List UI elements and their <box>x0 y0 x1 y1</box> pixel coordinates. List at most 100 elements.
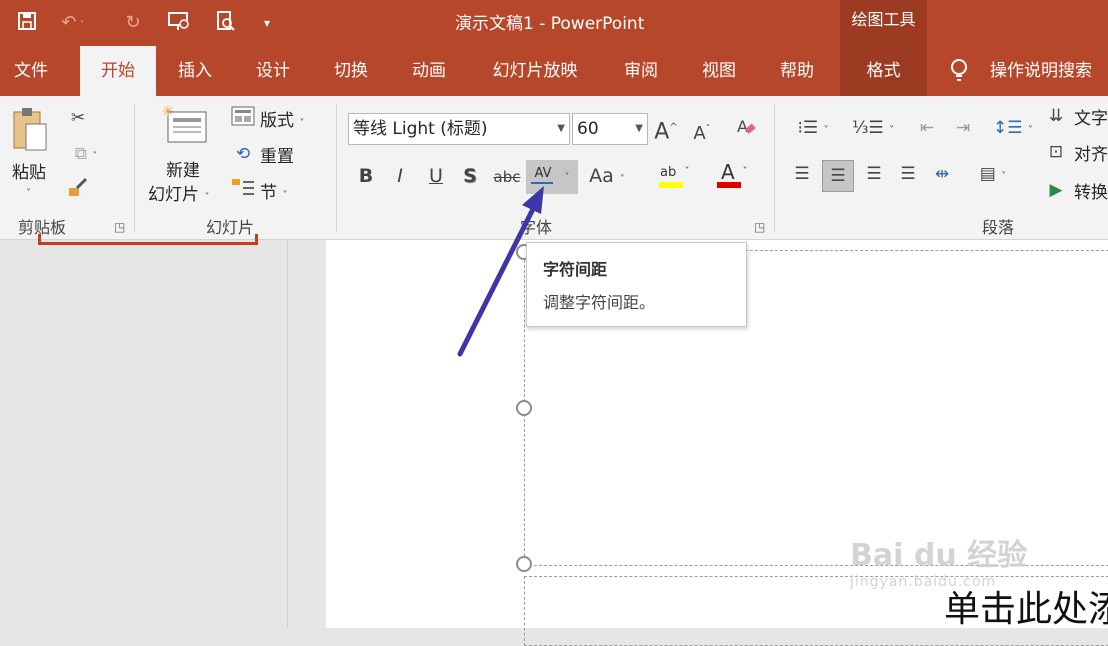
section-text: 节 <box>260 183 277 203</box>
spacing-arrow-line <box>531 182 553 184</box>
character-spacing-button[interactable]: AV ˅ <box>526 160 578 194</box>
align-text-button[interactable]: 对齐 <box>1074 140 1108 165</box>
change-case-button[interactable]: Aa ˅ <box>584 164 630 192</box>
align-center-icon[interactable]: ☰ <box>822 160 854 192</box>
tab-animations[interactable]: 动画 <box>394 46 464 96</box>
paste-button[interactable]: 粘贴 <box>12 158 46 183</box>
tooltip-description: 调整字符间距。 <box>543 293 656 312</box>
text-direction-icon[interactable]: ⇊ <box>1046 104 1066 128</box>
font-name-value: 等线 Light (标题) <box>353 119 488 139</box>
spacing-glyph: AV <box>534 166 552 181</box>
new-slide-text: 幻灯片 <box>148 185 199 205</box>
strikethrough-button[interactable]: abc <box>492 165 522 189</box>
tab-slideshow[interactable]: 幻灯片放映 <box>474 46 596 96</box>
svg-text:A: A <box>721 160 735 184</box>
paragraph-group-label: 段落 <box>982 218 1015 237</box>
resize-handle[interactable] <box>516 400 532 416</box>
tab-format[interactable]: 格式 <box>840 46 927 96</box>
grow-font-icon[interactable]: A^ <box>654 116 678 144</box>
window-title: 演示文稿1 - PowerPoint <box>455 14 645 34</box>
font-name-dropdown-icon[interactable]: ▼ <box>557 114 565 144</box>
align-left-icon[interactable]: ☰ <box>788 162 816 186</box>
tab-design[interactable]: 设计 <box>238 46 308 96</box>
convert-smartart-icon[interactable]: ▶ <box>1046 178 1066 202</box>
new-slide-label-1[interactable]: 新建 <box>166 156 200 181</box>
section-icon[interactable] <box>230 178 256 205</box>
change-case-glyph: Aa <box>589 165 614 187</box>
decrease-indent-icon[interactable]: ⇤ <box>912 116 942 140</box>
reset-icon[interactable]: ⟲ <box>230 142 256 166</box>
align-text-icon[interactable]: ⊡ <box>1046 140 1066 164</box>
line-spacing-button[interactable]: ↕☰ ˅ <box>990 116 1036 143</box>
distributed-icon[interactable]: ⇹ <box>928 162 956 186</box>
tab-view[interactable]: 视图 <box>684 46 754 96</box>
numbering-button[interactable]: ⅓☰ ˅ <box>848 116 898 143</box>
new-slide-label-2[interactable]: 幻灯片 ˅ <box>148 180 209 205</box>
redo-icon[interactable]: ↻ <box>120 10 146 36</box>
font-launcher-icon[interactable]: ◳ <box>754 220 765 234</box>
tab-review[interactable]: 审阅 <box>606 46 676 96</box>
selected-slide-thumbnail[interactable] <box>38 234 258 245</box>
resize-handle[interactable] <box>516 556 532 572</box>
layout-button[interactable]: 版式 ˅ <box>260 106 304 131</box>
shrink-font-icon[interactable]: Aˇ <box>690 118 714 146</box>
paste-icon[interactable] <box>10 106 50 156</box>
tab-help[interactable]: 帮助 <box>762 46 832 96</box>
layout-icon[interactable] <box>230 106 256 133</box>
watermark-brand: Bai du 经验 <box>850 538 1028 573</box>
spacing-dropdown-icon[interactable]: ˅ <box>560 166 574 190</box>
tell-me-search[interactable]: 操作说明搜索 <box>990 46 1108 96</box>
separator <box>134 104 135 232</box>
reset-button[interactable]: 重置 <box>260 142 294 167</box>
title-bar: ↶ ˅ ↻ ▾ 演示文稿1 - PowerPoint 绘图工具 <box>0 0 1108 46</box>
text-shadow-button[interactable]: S <box>458 164 482 188</box>
columns-button[interactable]: ▤ ˅ <box>970 162 1016 189</box>
layout-text: 版式 <box>260 111 294 131</box>
tab-transitions[interactable]: 切换 <box>316 46 386 96</box>
italic-button[interactable]: I <box>388 164 412 188</box>
svg-text:A: A <box>737 117 748 136</box>
ribbon-home: 粘贴 ˅ ✂ ⧉ ˅ 剪贴板 ◳ ✳ 新建 幻灯片 ˅ 版式 ˅ ⟲ 重置 节 … <box>0 96 1108 240</box>
copy-icon[interactable]: ⧉ ˅ <box>66 142 106 169</box>
align-right-icon[interactable]: ☰ <box>860 162 888 186</box>
svg-text:ab: ab <box>660 165 676 180</box>
section-button[interactable]: 节 ˅ <box>260 178 287 203</box>
save-icon[interactable] <box>14 10 40 36</box>
slide-thumbnail-pane[interactable] <box>0 234 288 628</box>
font-size-combo[interactable]: 60 ▼ <box>572 113 648 145</box>
separator <box>336 104 337 232</box>
font-size-dropdown-icon[interactable]: ▼ <box>635 114 643 144</box>
highlight-color-button[interactable]: ab ˅ <box>648 160 698 197</box>
print-preview-icon[interactable] <box>212 10 238 36</box>
format-painter-icon[interactable] <box>66 176 90 205</box>
ribbon-tabs: 文件 开始 插入 设计 切换 动画 幻灯片放映 审阅 视图 帮助 格式 操作说明… <box>0 46 1108 96</box>
lightbulb-icon[interactable] <box>948 46 970 96</box>
watermark-url: jingyan.baidu.com <box>850 574 997 590</box>
text-direction-button[interactable]: 文字 <box>1074 104 1108 129</box>
undo-icon[interactable]: ↶ ˅ <box>60 10 86 36</box>
tab-insert[interactable]: 插入 <box>160 46 230 96</box>
customize-qat-icon[interactable]: ▾ <box>254 10 280 36</box>
baidu-watermark: Bai du 经验 jingyan.baidu.com <box>850 530 1027 590</box>
bold-button[interactable]: B <box>354 164 378 188</box>
convert-smartart-button[interactable]: 转换 <box>1074 178 1108 203</box>
justify-icon[interactable]: ☰ <box>894 162 922 186</box>
bullets-button[interactable]: ⁝☰ ˅ <box>788 116 838 143</box>
tab-home[interactable]: 开始 <box>80 46 156 96</box>
cut-icon[interactable]: ✂ <box>66 106 90 130</box>
separator <box>774 104 775 232</box>
new-slide-icon[interactable]: ✳ <box>160 104 210 150</box>
font-color-button[interactable]: A ˅ <box>706 160 756 197</box>
clipboard-launcher-icon[interactable]: ◳ <box>114 220 125 234</box>
clear-formatting-icon[interactable]: A <box>734 116 758 145</box>
tab-file[interactable]: 文件 <box>0 46 62 96</box>
font-group-label: 字体 <box>520 218 553 237</box>
svg-text:✳: ✳ <box>162 104 174 120</box>
font-size-value: 60 <box>577 119 599 139</box>
paste-dropdown-icon[interactable]: ˅ <box>26 182 31 206</box>
increase-indent-icon[interactable]: ⇥ <box>948 116 978 140</box>
drawing-tools-context-label: 绘图工具 <box>840 0 927 46</box>
font-name-combo[interactable]: 等线 Light (标题) ▼ <box>348 113 570 145</box>
underline-button[interactable]: U <box>424 164 448 188</box>
slideshow-from-beginning-icon[interactable] <box>166 10 192 36</box>
